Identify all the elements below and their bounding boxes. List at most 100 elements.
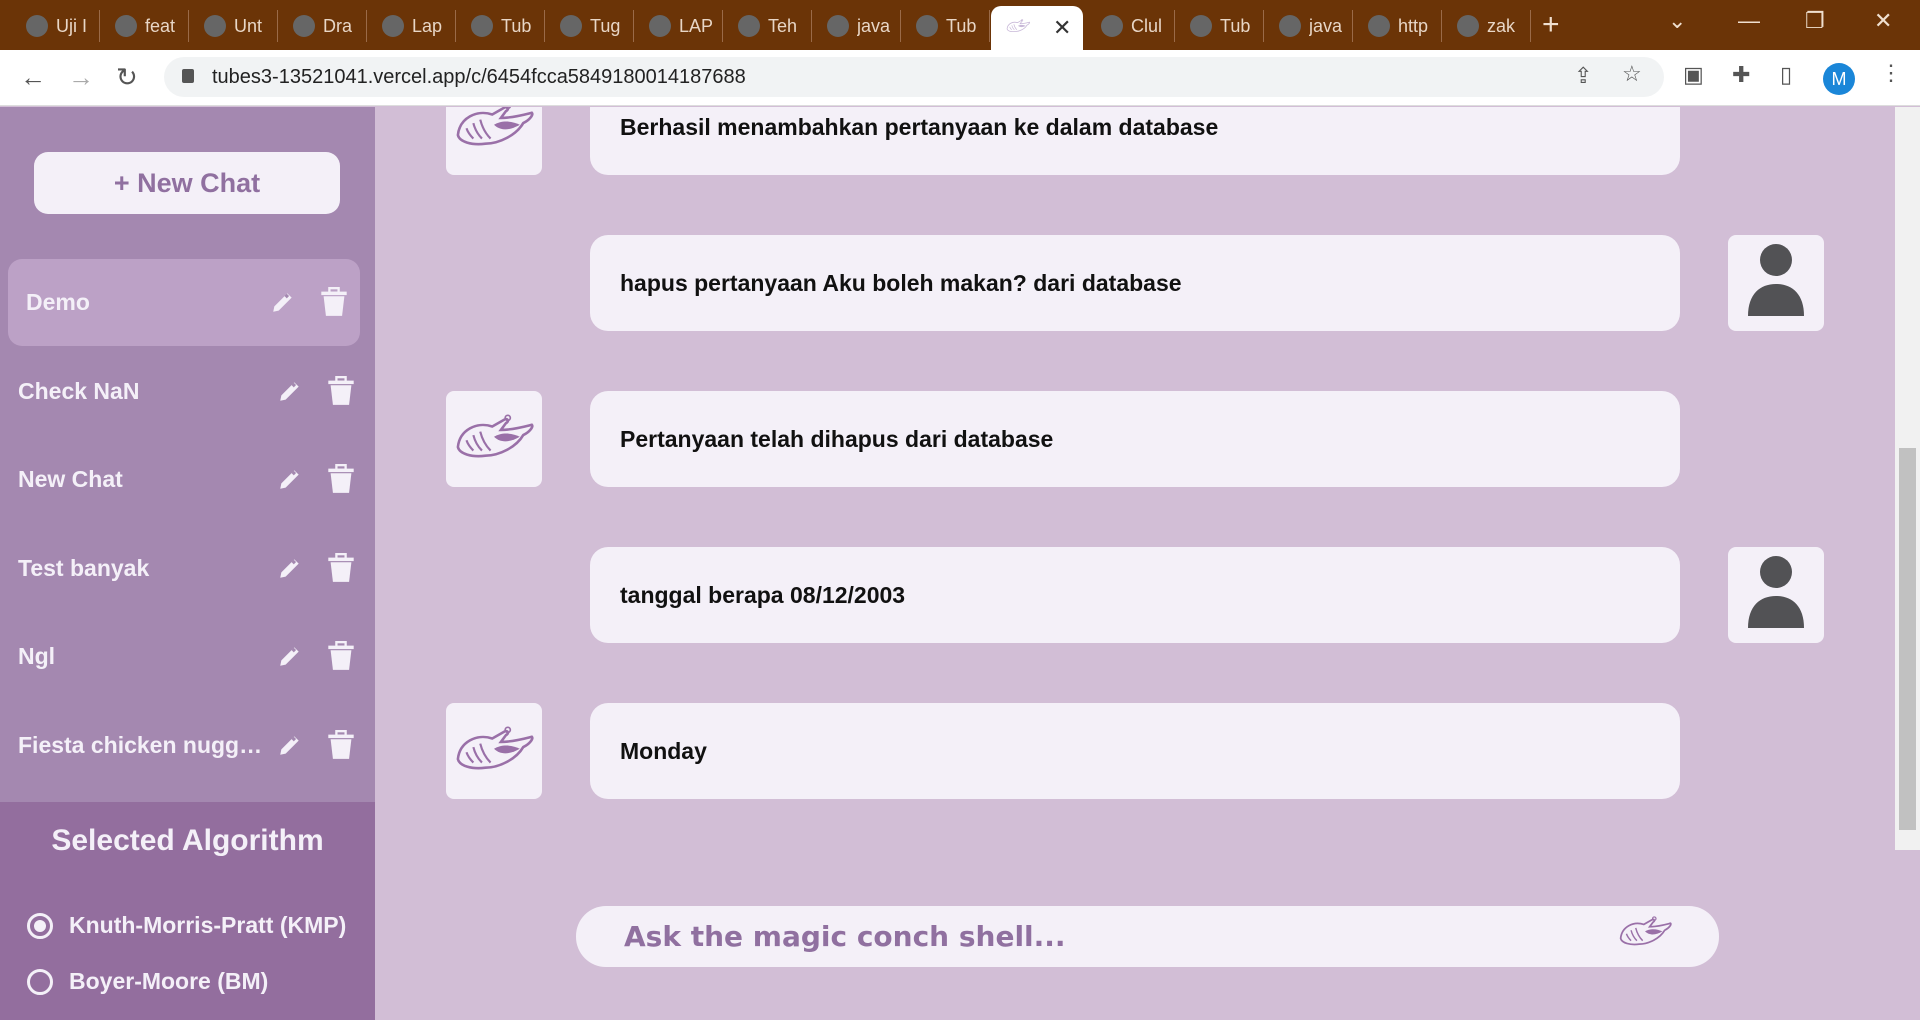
lock-icon — [182, 69, 194, 83]
browser-tab[interactable]: http — [1354, 10, 1442, 42]
radio-bm[interactable]: Boyer-Moore (BM) — [27, 968, 268, 995]
browser-tab[interactable]: Clul — [1087, 10, 1175, 42]
close-window-icon[interactable]: ✕ — [1874, 8, 1892, 34]
menu-kebab-icon[interactable]: ⋮ — [1880, 60, 1902, 86]
new-chat-button[interactable]: + New Chat — [34, 152, 340, 214]
chat-history-item[interactable]: Ngl — [8, 613, 360, 700]
back-icon[interactable]: ← — [20, 62, 46, 93]
tab-search-icon[interactable]: ⌄ — [1668, 8, 1686, 34]
browser-tab[interactable]: Uji I — [12, 10, 100, 42]
message-text: Pertanyaan telah dihapus dari database — [620, 425, 1054, 452]
minimize-icon[interactable]: — — [1738, 8, 1760, 34]
reload-icon[interactable]: ↻ — [116, 62, 138, 93]
bookmark-star-icon[interactable]: ☆ — [1622, 61, 1642, 87]
chat-title: Ngl — [18, 643, 56, 669]
edit-pencil-icon[interactable] — [277, 732, 303, 764]
message-text: hapus pertanyaan Aku boleh makan? dari d… — [620, 269, 1182, 296]
edit-pencil-icon[interactable] — [277, 466, 303, 498]
chat-title: Fiesta chicken nuggets — [18, 731, 268, 758]
browser-tab[interactable]: Teh — [724, 10, 812, 42]
profile-avatar[interactable]: M — [1823, 63, 1855, 95]
new-tab-icon[interactable]: + — [1542, 8, 1560, 42]
favicon-icon — [1368, 15, 1390, 37]
browser-tab[interactable]: Tub — [457, 10, 545, 42]
browser-tab[interactable]: LAP — [635, 10, 723, 42]
extensions-puzzle-icon[interactable]: ✚ — [1732, 62, 1750, 88]
browser-tab[interactable]: Tug — [546, 10, 634, 42]
chat-title: Demo — [26, 289, 90, 315]
bot-avatar — [446, 703, 542, 799]
send-conch-icon[interactable] — [1616, 914, 1674, 954]
browser-tab[interactable]: zak — [1443, 10, 1531, 42]
chat-history-item[interactable]: Demo — [8, 259, 360, 346]
url-bar[interactable]: tubes3-13521041.vercel.app/c/6454fcca584… — [164, 57, 1664, 97]
line-extension-icon[interactable]: ▣ — [1683, 62, 1704, 88]
favicon-icon — [1457, 15, 1479, 37]
chat-title: Test banyak — [18, 554, 150, 581]
chat-history-item[interactable]: New Chat — [8, 436, 360, 523]
delete-trash-icon[interactable] — [327, 464, 355, 500]
browser-tab-bar: Uji I feat Unt Dra Lap Tub Tug LAP Teh java Tub ✕ Cl… — [0, 0, 1920, 50]
algorithm-panel: Selected Algorithm Knuth-Morris-Pratt (K… — [0, 802, 375, 1020]
browser-tab[interactable]: feat — [101, 10, 189, 42]
delete-trash-icon[interactable] — [327, 552, 355, 589]
delete-trash-icon[interactable] — [327, 375, 355, 412]
browser-tab[interactable]: Tub — [902, 10, 990, 42]
radio-checked-icon[interactable] — [27, 912, 53, 939]
forward-icon[interactable]: → — [68, 62, 94, 93]
user-avatar — [1728, 235, 1824, 331]
favicon-icon — [471, 15, 493, 37]
browser-tab[interactable]: ✕ — [991, 6, 1083, 50]
chat-title: New Chat — [18, 466, 123, 492]
browser-tab[interactable]: Tub — [1176, 10, 1264, 42]
tab-title: Teh — [768, 15, 798, 36]
radio-kmp[interactable]: Knuth-Morris-Pratt (KMP) — [27, 912, 346, 939]
favicon-icon — [738, 15, 760, 37]
chat-history-item[interactable]: Check NaN — [8, 348, 360, 435]
restore-icon[interactable]: ❐ — [1805, 8, 1825, 34]
browser-tab[interactable]: java — [1265, 10, 1353, 42]
chat-scrollbar[interactable] — [1895, 107, 1920, 850]
browser-tab[interactable]: Lap — [368, 10, 456, 42]
share-icon[interactable]: ⇪ — [1574, 63, 1592, 89]
radio-label: Boyer-Moore (BM) — [69, 968, 269, 994]
conch-shell-icon — [451, 107, 537, 155]
tab-title: java — [1309, 15, 1343, 36]
delete-trash-icon[interactable] — [327, 729, 355, 766]
favicon-icon — [560, 15, 582, 37]
favicon-icon — [916, 15, 938, 37]
chat-history-item[interactable]: Test banyak — [8, 525, 360, 612]
browser-tab[interactable]: Unt — [190, 10, 278, 42]
tab-title: http — [1398, 15, 1429, 36]
message-text: tanggal berapa 08/12/2003 — [620, 581, 906, 608]
delete-trash-icon[interactable] — [327, 641, 355, 677]
browser-tab[interactable]: java — [813, 10, 901, 42]
scrollbar-thumb[interactable] — [1899, 448, 1916, 830]
edit-pencil-icon[interactable] — [277, 378, 303, 410]
algorithm-title: Selected Algorithm — [51, 824, 324, 857]
favicon-icon — [1190, 15, 1212, 37]
favicon-icon — [827, 15, 849, 37]
side-panel-icon[interactable]: ▯ — [1780, 62, 1792, 88]
user-icon — [1746, 243, 1806, 323]
tab-title: Tub — [946, 15, 977, 36]
bot-avatar — [446, 391, 542, 487]
message-text: Berhasil menambahkan pertanyaan ke dalam… — [620, 113, 1219, 140]
sidebar: + New Chat Demo Check NaN New Chat Test ban… — [0, 107, 375, 1020]
chat-input[interactable] — [624, 914, 1624, 959]
close-tab-icon[interactable]: ✕ — [1053, 15, 1071, 41]
delete-trash-icon[interactable] — [320, 287, 348, 323]
tab-title: Unt — [234, 15, 263, 36]
address-bar-row: ← → ↻ tubes3-13521041.vercel.app/c/6454f… — [0, 50, 1920, 106]
favicon-icon — [649, 15, 671, 37]
edit-pencil-icon[interactable] — [270, 289, 296, 321]
radio-unchecked-icon[interactable] — [27, 968, 53, 995]
browser-tab[interactable]: Dra — [279, 10, 367, 42]
favicon-icon — [1279, 15, 1301, 37]
chat-history-item[interactable]: Fiesta chicken nuggets — [8, 702, 360, 789]
user-message: tanggal berapa 08/12/2003 — [590, 547, 1680, 643]
bot-message: Pertanyaan telah dihapus dari database — [590, 391, 1680, 487]
edit-pencil-icon[interactable] — [277, 643, 303, 675]
bot-message: Berhasil menambahkan pertanyaan ke dalam… — [590, 107, 1680, 175]
edit-pencil-icon[interactable] — [277, 555, 303, 587]
